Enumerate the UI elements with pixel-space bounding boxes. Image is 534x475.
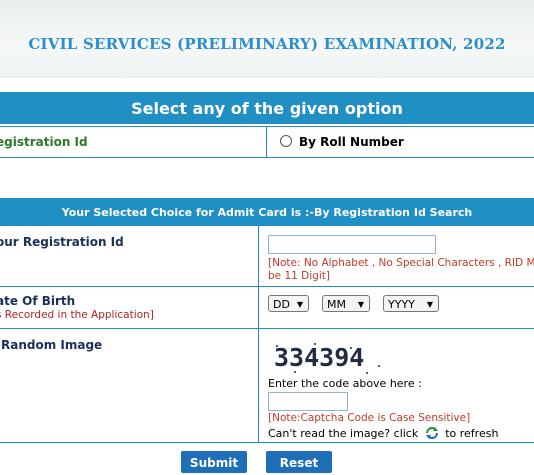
- captcha-input-cell: 334394 Enter the code above here : [Note…: [266, 329, 534, 442]
- dob-row: ate Of Birth s Recorded in the Applicati…: [0, 287, 534, 329]
- dob-day-select[interactable]: DD ▼: [268, 295, 309, 312]
- registration-note-line2: be 11 Digit]: [268, 270, 330, 282]
- dob-year-select[interactable]: YYYY ▼: [383, 295, 439, 312]
- registration-note: [Note: No Alphabet , No Special Characte…: [268, 257, 534, 283]
- reset-button[interactable]: Reset: [266, 451, 332, 473]
- captcha-refresh-line: Can't read the image? click to refresh: [268, 427, 498, 440]
- option-heading: Select any of the given option: [0, 92, 534, 124]
- refresh-suffix: to refresh: [445, 427, 499, 440]
- dob-month-select[interactable]: MM ▼: [322, 295, 370, 312]
- dob-label: ate Of Birth: [0, 294, 76, 308]
- exam-title: CIVIL SERVICES (PRELIMINARY) EXAMINATION…: [28, 35, 506, 53]
- registration-row: our Registration Id [Note: No Alphabet ,…: [0, 226, 534, 287]
- captcha-label-cell: Random Image: [0, 329, 259, 442]
- option-registration-id-label: egistration Id: [0, 135, 88, 149]
- registration-input-cell: [Note: No Alphabet , No Special Characte…: [266, 226, 534, 286]
- refresh-prefix: Can't read the image? click: [268, 427, 419, 440]
- registration-note-line1: [Note: No Alphabet , No Special Characte…: [268, 257, 534, 269]
- captcha-noise-dot: [314, 343, 316, 345]
- registration-label: our Registration Id: [0, 235, 124, 249]
- option-registration-id[interactable]: egistration Id: [0, 127, 267, 157]
- dob-input-cell: DD ▼ MM ▼ YYYY ▼: [266, 287, 534, 328]
- captcha-noise-dot: [366, 372, 368, 374]
- dob-year-value: YYYY: [388, 298, 415, 311]
- search-option-row: egistration Id By Roll Number: [0, 126, 534, 158]
- captcha-label: Random Image: [1, 338, 103, 352]
- chevron-down-icon: ▼: [357, 300, 364, 309]
- dob-sublabel: s Recorded in the Application]: [0, 309, 154, 321]
- option-roll-number-label: By Roll Number: [299, 135, 404, 149]
- refresh-icon[interactable]: [425, 427, 439, 439]
- dob-month-value: MM: [327, 298, 346, 311]
- captcha-case-note: [Note:Captcha Code is Case Sensitive]: [268, 412, 471, 424]
- dob-label-cell: ate Of Birth s Recorded in the Applicati…: [0, 287, 259, 328]
- option-roll-number[interactable]: By Roll Number: [271, 127, 534, 157]
- captcha-noise-dot: [276, 345, 278, 347]
- selected-choice-heading: Your Selected Choice for Admit Card is :…: [0, 198, 534, 226]
- captcha-noise-dot: [294, 371, 296, 373]
- captcha-noise-dot: [350, 347, 352, 349]
- registration-label-cell: our Registration Id: [0, 226, 259, 286]
- chevron-down-icon: ▼: [426, 300, 433, 309]
- submit-button[interactable]: Submit: [181, 451, 247, 473]
- dob-day-value: DD: [273, 298, 290, 311]
- captcha-row: Random Image 334394 Enter the code above…: [0, 329, 534, 443]
- captcha-image: 334394: [274, 341, 386, 375]
- captcha-enter-prompt: Enter the code above here :: [268, 377, 422, 390]
- captcha-noise-dot: [378, 365, 380, 367]
- captcha-input[interactable]: [268, 392, 348, 411]
- registration-id-input[interactable]: [268, 235, 436, 254]
- chevron-down-icon: ▼: [296, 300, 303, 309]
- roll-number-radio[interactable]: [280, 135, 292, 147]
